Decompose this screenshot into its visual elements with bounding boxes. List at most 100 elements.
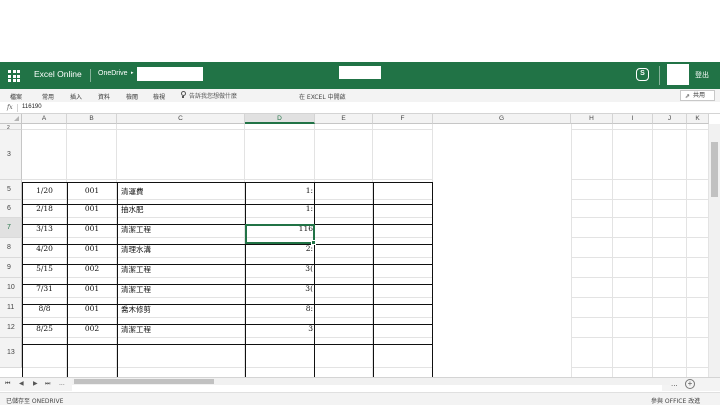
horizontal-scroll-thumb[interactable] bbox=[74, 379, 214, 384]
cell-code[interactable]: 001 bbox=[67, 244, 117, 256]
column-header-g[interactable]: G bbox=[433, 114, 571, 124]
column-header-e[interactable]: E bbox=[315, 114, 373, 124]
tab-review[interactable]: 檢閱 bbox=[126, 92, 138, 101]
cell-item[interactable]: 清理水溝 bbox=[117, 244, 245, 256]
column-header-d[interactable]: D bbox=[245, 114, 315, 124]
tab-view[interactable]: 檢視 bbox=[153, 92, 165, 101]
row-header-6[interactable]: 6 bbox=[0, 200, 22, 218]
cell-code[interactable]: 001 bbox=[67, 304, 117, 316]
app-launcher-icon[interactable] bbox=[8, 70, 20, 82]
row-header-3[interactable]: 3 bbox=[0, 130, 22, 180]
more-sheets-right[interactable]: ... bbox=[671, 380, 678, 388]
column-header-b[interactable]: B bbox=[67, 114, 117, 124]
sheet-bar: ⏮ ◀ ▶ ⏭ ... ... + bbox=[0, 377, 720, 392]
column-header-j[interactable]: J bbox=[653, 114, 687, 124]
row-header-9[interactable]: 9 bbox=[0, 258, 22, 278]
cell-code[interactable]: 001 bbox=[67, 186, 117, 198]
cell-code[interactable]: 001 bbox=[67, 284, 117, 296]
cell-date[interactable]: 8/25 bbox=[22, 324, 67, 336]
column-header-i[interactable]: I bbox=[613, 114, 653, 124]
table-border-horizontal bbox=[22, 224, 433, 225]
cell-amount[interactable]: 1: bbox=[245, 186, 315, 198]
redacted-file-name[interactable] bbox=[339, 66, 381, 79]
row-header-10[interactable]: 10 bbox=[0, 278, 22, 298]
row-header-5[interactable]: 5 bbox=[0, 180, 22, 200]
cell-amount[interactable]: 8: bbox=[245, 304, 315, 316]
cell-code[interactable]: 002 bbox=[67, 324, 117, 336]
cell-code[interactable]: 002 bbox=[67, 264, 117, 276]
cell-code[interactable]: 001 bbox=[67, 224, 117, 236]
tell-me-search[interactable]: 告訴我您想做什麼 bbox=[180, 91, 237, 100]
cell-amount[interactable]: 1: bbox=[245, 204, 315, 216]
fill-handle[interactable] bbox=[311, 240, 316, 245]
table-border-vertical bbox=[314, 182, 315, 377]
row-header-12[interactable]: 12 bbox=[0, 318, 22, 338]
column-gridline bbox=[686, 124, 687, 377]
first-sheet-icon[interactable]: ⏮ bbox=[5, 380, 10, 388]
cell-item[interactable]: 喬木修剪 bbox=[117, 304, 245, 316]
column-header-c[interactable]: C bbox=[117, 114, 245, 124]
column-header-a[interactable]: A bbox=[22, 114, 67, 124]
cell-date[interactable]: 1/20 bbox=[22, 186, 67, 198]
header-divider-right bbox=[659, 66, 660, 85]
cell-amount[interactable]: 3 bbox=[245, 324, 315, 336]
app-name[interactable]: Excel Online bbox=[34, 69, 82, 79]
prev-sheet-icon[interactable]: ◀ bbox=[19, 380, 24, 387]
cell-item[interactable]: 抽水肥 bbox=[117, 204, 245, 216]
cell-amount[interactable]: 3( bbox=[245, 284, 315, 296]
function-icon[interactable]: fx bbox=[7, 104, 13, 111]
cell-item[interactable]: 清潔工程 bbox=[117, 284, 245, 296]
cell-amount[interactable]: 2: bbox=[245, 244, 315, 256]
cell-date[interactable]: 5/15 bbox=[22, 264, 67, 276]
skype-icon[interactable]: S bbox=[636, 68, 649, 81]
sign-out-link[interactable]: 登出 bbox=[695, 70, 709, 80]
row-header-13[interactable]: 13 bbox=[0, 338, 22, 368]
row-header-11[interactable]: 11 bbox=[0, 298, 22, 318]
formula-divider bbox=[17, 104, 18, 112]
column-header-f[interactable]: F bbox=[373, 114, 433, 124]
add-sheet-icon[interactable]: + bbox=[685, 379, 695, 389]
help-improve-link[interactable]: 參與 OFFICE 改進 bbox=[651, 396, 700, 405]
cell-item[interactable]: 清潔工程 bbox=[117, 224, 245, 236]
cell-date[interactable]: 4/20 bbox=[22, 244, 67, 256]
tab-data[interactable]: 資料 bbox=[98, 92, 110, 101]
tab-home[interactable]: 常用 bbox=[42, 92, 54, 101]
horizontal-scrollbar[interactable] bbox=[72, 378, 670, 385]
cell-code[interactable]: 001 bbox=[67, 204, 117, 216]
row-gridline bbox=[22, 237, 720, 238]
column-header-k[interactable]: K bbox=[687, 114, 709, 124]
cell-date[interactable]: 8/8 bbox=[22, 304, 67, 316]
open-in-excel-button[interactable]: 在 EXCEL 中開啟 bbox=[299, 92, 346, 101]
share-button[interactable]: ⇗ 共用 bbox=[680, 90, 715, 101]
cell-item[interactable]: 清潔工程 bbox=[117, 324, 245, 336]
cell-date[interactable]: 3/13 bbox=[22, 224, 67, 236]
cell-item[interactable]: 清運費 bbox=[117, 186, 245, 198]
cell-date[interactable]: 7/31 bbox=[22, 284, 67, 296]
selected-cell[interactable] bbox=[245, 224, 315, 244]
ribbon-tabs: 檔案 常用 插入 資料 檢閱 檢視 告訴我您想做什麼 在 EXCEL 中開啟 ⇗… bbox=[0, 89, 720, 102]
next-sheet-icon[interactable]: ▶ bbox=[33, 380, 38, 387]
vertical-scroll-thumb[interactable] bbox=[711, 142, 718, 197]
select-all-corner[interactable] bbox=[0, 114, 22, 124]
share-label: 共用 bbox=[693, 92, 706, 99]
spreadsheet-grid[interactable]: A B C D E F G H I J K 2 3 5 1/20 001 清運費 1: 6 2/18 001 抽水肥 1: 7… bbox=[0, 114, 720, 377]
cell-amount[interactable]: 3( bbox=[245, 264, 315, 276]
cell-item[interactable]: 清潔工程 bbox=[117, 264, 245, 276]
onedrive-breadcrumb[interactable]: OneDrive bbox=[98, 70, 128, 77]
tab-insert[interactable]: 插入 bbox=[70, 92, 82, 101]
row-header-7[interactable]: 7 bbox=[0, 218, 22, 238]
more-sheets-left[interactable]: ... bbox=[59, 380, 65, 387]
tab-file[interactable]: 檔案 bbox=[10, 92, 22, 101]
table-border-horizontal bbox=[22, 304, 433, 305]
column-header-h[interactable]: H bbox=[571, 114, 613, 124]
vertical-scrollbar[interactable] bbox=[709, 124, 720, 377]
cell-date[interactable]: 2/18 bbox=[22, 204, 67, 216]
row-gridline bbox=[22, 129, 720, 130]
last-sheet-icon[interactable]: ⏭ bbox=[45, 380, 50, 388]
row-gridline bbox=[22, 317, 720, 318]
row-header-8[interactable]: 8 bbox=[0, 238, 22, 258]
table-border-vertical bbox=[22, 182, 23, 377]
status-bar: 已儲存至 ONEDRIVE 參與 OFFICE 改進 bbox=[0, 392, 720, 405]
formula-input[interactable]: 116190 bbox=[22, 104, 42, 110]
avatar[interactable] bbox=[667, 64, 689, 85]
